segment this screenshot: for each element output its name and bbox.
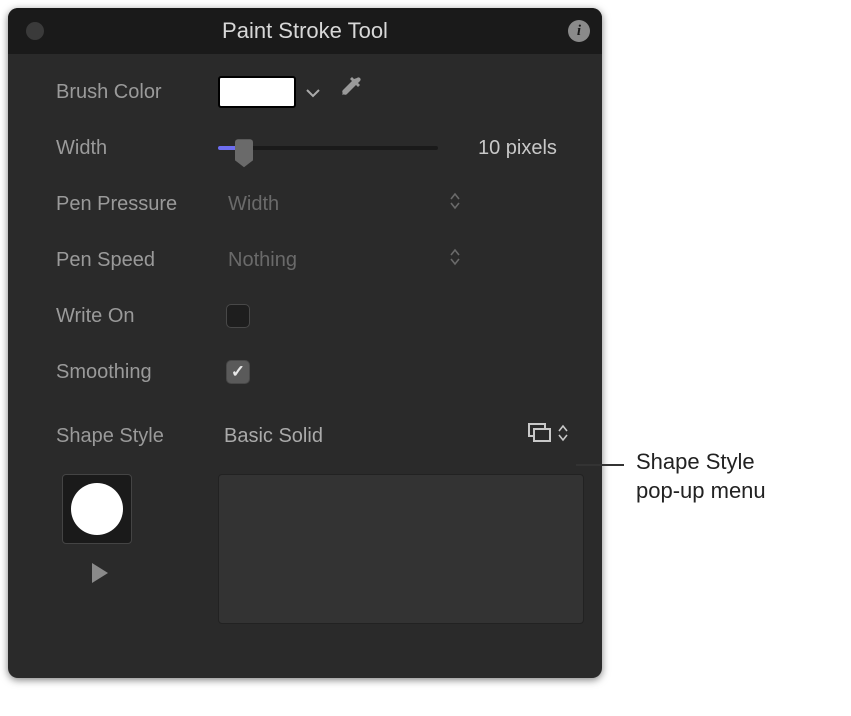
callout-line1: Shape Style	[636, 448, 766, 477]
pen-speed-value: Nothing	[228, 249, 297, 272]
callout-line	[576, 464, 624, 466]
slider-thumb[interactable]	[235, 139, 253, 161]
write-on-row: Write On	[56, 298, 584, 334]
width-label: Width	[56, 137, 218, 160]
shape-style-value: Basic Solid	[218, 425, 323, 448]
pen-speed-label: Pen Speed	[56, 249, 218, 272]
stepper-icon	[450, 248, 460, 272]
width-row: Width 10 pixels	[56, 130, 584, 166]
stepper-icon	[450, 192, 460, 216]
swatch-column	[56, 474, 218, 590]
pen-pressure-label: Pen Pressure	[56, 193, 218, 216]
callout-line2: pop-up menu	[636, 477, 766, 506]
window-title: Paint Stroke Tool	[8, 18, 602, 44]
preset-library-icon	[528, 423, 552, 449]
callout: Shape Style pop-up menu	[576, 448, 766, 505]
stroke-preview-area[interactable]	[218, 474, 584, 624]
width-value[interactable]: 10 pixels	[478, 137, 557, 160]
pen-pressure-popup[interactable]: Width	[218, 188, 468, 220]
titlebar: Paint Stroke Tool i	[8, 8, 602, 54]
play-icon[interactable]	[90, 562, 110, 590]
info-icon[interactable]: i	[568, 20, 590, 42]
brush-color-label: Brush Color	[56, 81, 218, 104]
brush-color-well[interactable]	[218, 76, 296, 108]
smoothing-label: Smoothing	[56, 361, 218, 384]
preview-row	[56, 474, 584, 624]
brush-color-row: Brush Color	[56, 74, 584, 110]
close-window-dot[interactable]	[26, 22, 44, 40]
pen-pressure-row: Pen Pressure Width	[56, 186, 584, 222]
eyedropper-icon[interactable]	[338, 75, 366, 109]
write-on-checkbox[interactable]	[226, 304, 250, 328]
smoothing-row: Smoothing	[56, 354, 584, 390]
pen-pressure-value: Width	[228, 193, 279, 216]
callout-text: Shape Style pop-up menu	[636, 448, 766, 505]
pen-speed-popup[interactable]: Nothing	[218, 244, 468, 276]
brush-preview-swatch[interactable]	[62, 474, 132, 544]
pen-speed-row: Pen Speed Nothing	[56, 242, 584, 278]
paint-stroke-panel: Paint Stroke Tool i Brush Color Width	[8, 8, 602, 678]
stepper-icon	[558, 424, 568, 448]
shape-style-label: Shape Style	[56, 425, 218, 448]
panel-content: Brush Color Width 10 pixels Pen Pre	[8, 54, 602, 644]
write-on-label: Write On	[56, 305, 218, 328]
width-slider[interactable]	[218, 136, 438, 160]
shape-style-popup-menu[interactable]	[528, 423, 568, 449]
shape-style-row: Shape Style Basic Solid	[56, 418, 584, 454]
circle-icon	[71, 483, 123, 535]
chevron-down-icon[interactable]	[306, 81, 320, 104]
smoothing-checkbox[interactable]	[226, 360, 250, 384]
